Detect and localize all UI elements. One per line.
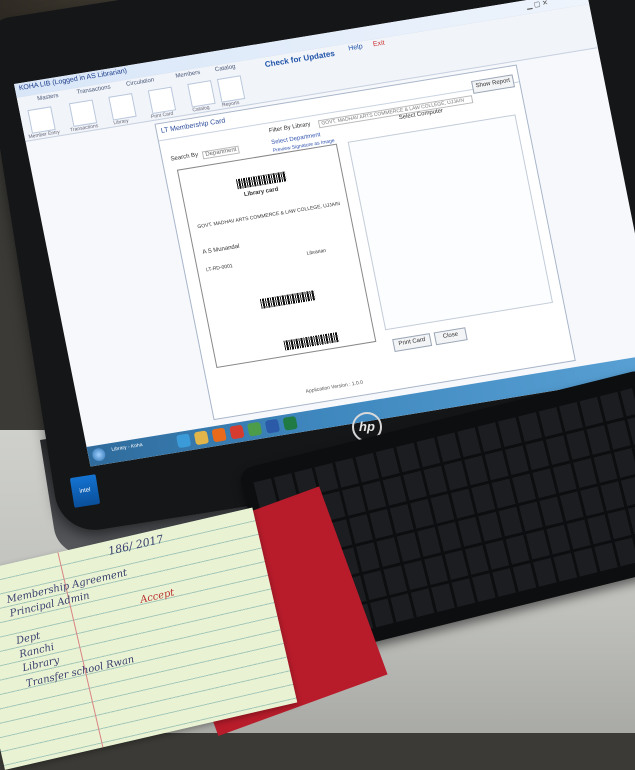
library-button[interactable] (108, 93, 137, 121)
tab-members[interactable]: Members (175, 70, 201, 80)
card-college-name: GOVT. MADHAV ARTS COMMERCE & LAW COLLEGE… (196, 200, 341, 231)
member-name: A S Munandal (202, 243, 241, 256)
card-barcode-bottom (259, 290, 317, 309)
reports-label: Reports (221, 99, 241, 109)
card-barcode-top (235, 171, 288, 190)
explorer-icon[interactable] (193, 430, 210, 446)
exit-link[interactable]: Exit (372, 40, 385, 49)
application-version: Application Version : 1.0.0 (305, 379, 364, 395)
library-select[interactable]: GOVT. MADHAV ARTS COMMERCE & LAW COLLEGE… (317, 95, 474, 129)
tab-transactions[interactable]: Transactions (76, 84, 111, 95)
intel-sticker: intel (69, 474, 101, 508)
search-by-label: Search By (170, 152, 199, 163)
card-barcode-footer (283, 331, 340, 351)
library-label: Library (113, 118, 130, 127)
catalog-button[interactable] (187, 80, 216, 108)
ie-icon[interactable] (175, 433, 192, 449)
card-heading: Library card (243, 186, 279, 199)
taskbar-label: Library - Koha (111, 442, 144, 453)
filter-by-library-label: Filter By Library (268, 121, 312, 135)
tab-circulation[interactable]: Circulation (126, 77, 155, 87)
card-number: LT-RD-0001 (205, 263, 234, 274)
start-button-icon[interactable] (91, 447, 107, 463)
catalog-label: Catalog (191, 104, 211, 114)
reports-button[interactable] (216, 75, 246, 103)
membership-card-dialog: LT Membership Card Filter By Library GOV… (154, 64, 576, 421)
help-link[interactable]: Help (348, 43, 364, 52)
word-icon[interactable] (264, 418, 281, 434)
media-icon[interactable] (211, 427, 227, 443)
tab-catalog[interactable]: Catalog (215, 64, 237, 73)
show-report-button[interactable]: Show Report (471, 74, 516, 94)
note-accept: Accept (139, 587, 176, 606)
library-card-preview: Library card GOVT. MADHAV ARTS COMMERCE … (176, 143, 377, 369)
tab-masters[interactable]: Masters (37, 93, 59, 102)
print-card-dialog-button[interactable]: Print Card (392, 333, 433, 353)
paint-icon[interactable] (247, 421, 263, 437)
chrome-icon[interactable] (229, 424, 245, 440)
excel-icon[interactable] (282, 415, 298, 431)
window-controls[interactable]: ▁ ▢ ✕ (526, 0, 549, 10)
report-preview-panel (347, 114, 554, 331)
close-dialog-button[interactable]: Close (433, 327, 468, 346)
issued-by: Librarian (306, 247, 327, 257)
dialog-title: LT Membership Card (160, 117, 226, 135)
search-by-select[interactable]: Department (201, 145, 241, 160)
